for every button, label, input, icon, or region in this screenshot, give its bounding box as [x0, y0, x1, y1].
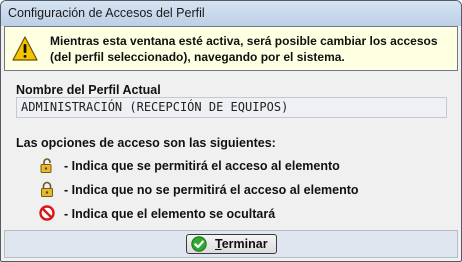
unlocked-icon	[40, 158, 52, 173]
button-bar: Terminar	[4, 230, 458, 258]
check-icon	[191, 236, 207, 252]
dialog-body: Nombre del Perfil Actual ADMINISTRACIÓN …	[1, 71, 461, 261]
profile-label: Nombre del Perfil Actual	[16, 83, 161, 97]
locked-icon	[41, 181, 53, 197]
legend-item-allow: - Indica que se permitirá el acceso al e…	[39, 157, 419, 175]
dialog-window: Configuración de Accesos del Perfil Mien…	[0, 0, 462, 262]
window-title: Configuración de Accesos del Perfil	[8, 6, 205, 20]
profile-name-field: ADMINISTRACIÓN (RECEPCIÓN DE EQUIPOS)	[16, 97, 447, 118]
title-bar[interactable]: Configuración de Accesos del Perfil	[1, 1, 461, 26]
warning-icon	[12, 36, 38, 61]
legend-item-label: - Indica que el elemento se ocultará	[64, 207, 276, 221]
info-notice: Mientras esta ventana esté activa, será …	[4, 26, 458, 71]
hidden-icon	[39, 205, 55, 221]
legend-item-hide: - Indica que el elemento se ocultará	[39, 205, 419, 223]
finish-button-label: Terminar	[215, 237, 268, 251]
notice-text: Mientras esta ventana esté activa, será …	[50, 34, 438, 64]
finish-button[interactable]: Terminar	[186, 234, 277, 254]
legend-heading: Las opciones de acceso son las siguiente…	[16, 136, 276, 150]
legend-item-deny: - Indica que no se permitirá el acceso a…	[39, 181, 419, 199]
legend-item-label: - Indica que no se permitirá el acceso a…	[64, 183, 359, 197]
legend-item-label: - Indica que se permitirá el acceso al e…	[64, 159, 340, 173]
